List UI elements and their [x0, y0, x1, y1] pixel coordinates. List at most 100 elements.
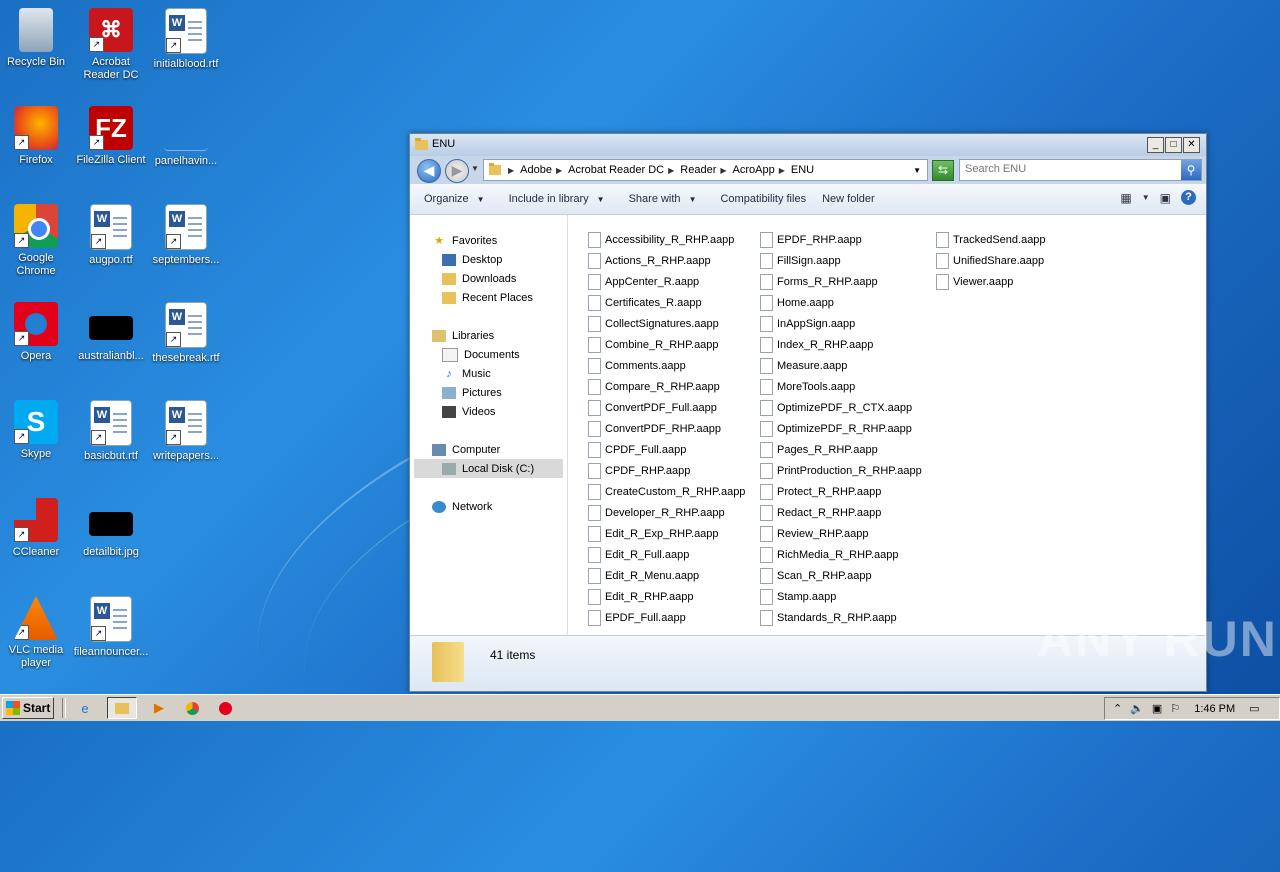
file-item[interactable]: AppCenter_R.aapp [588, 271, 763, 292]
file-item[interactable]: PrintProduction_R_RHP.aapp [760, 460, 935, 481]
desktop-icon-item[interactable]: ↗ Opera [0, 302, 74, 363]
file-item[interactable]: Compare_R_RHP.aapp [588, 376, 763, 397]
file-item[interactable]: ConvertPDF_Full.aapp [588, 397, 763, 418]
maximize-button[interactable]: □ [1165, 137, 1182, 153]
desktop-icon-item[interactable]: panelhavin... [148, 106, 224, 168]
file-item[interactable]: Standards_R_RHP.aapp [760, 607, 935, 628]
desktop-icon-item[interactable]: W ↗ augpo.rtf [73, 204, 149, 267]
nav-recent-places[interactable]: Recent Places [410, 288, 567, 307]
file-item[interactable]: Edit_R_Exp_RHP.aapp [588, 523, 763, 544]
compatibility-files-button[interactable]: Compatibility files [706, 193, 816, 205]
internet-explorer-icon[interactable]: e [74, 698, 96, 718]
recent-pages-dropdown[interactable]: ▼ [471, 164, 479, 173]
file-item[interactable]: OptimizePDF_R_CTX.aapp [760, 397, 935, 418]
opera-icon[interactable] [214, 698, 236, 718]
nav-local-disk[interactable]: Local Disk (C:) [414, 459, 563, 478]
file-item[interactable]: Edit_R_Full.aapp [588, 544, 763, 565]
nav-videos[interactable]: Videos [410, 402, 567, 421]
new-folder-button[interactable]: New folder [816, 193, 885, 205]
nav-downloads[interactable]: Downloads [410, 269, 567, 288]
file-item[interactable]: Home.aapp [760, 292, 935, 313]
file-item[interactable]: CPDF_Full.aapp [588, 439, 763, 460]
windows-explorer-icon[interactable] [107, 697, 137, 719]
desktop-icon-item[interactable]: ⌘ ↗ Acrobat Reader DC [73, 8, 149, 82]
include-in-library-menu[interactable]: Include in library ▼ [495, 193, 615, 205]
nav-music[interactable]: ♪ Music [410, 364, 567, 383]
breadcrumb-item[interactable]: AcroApp [733, 164, 775, 176]
file-item[interactable]: ConvertPDF_RHP.aapp [588, 418, 763, 439]
desktop-icon-item[interactable]: australianbl... [73, 302, 149, 363]
file-item[interactable]: Index_R_RHP.aapp [760, 334, 935, 355]
desktop-icon-item[interactable]: W ↗ initialblood.rtf [148, 8, 224, 71]
desktop-icon-item[interactable]: ↗ Google Chrome [0, 204, 74, 278]
file-item[interactable]: Pages_R_RHP.aapp [760, 439, 935, 460]
preview-pane-icon[interactable]: ▣ [1160, 191, 1171, 205]
help-icon[interactable]: ? [1181, 190, 1196, 205]
file-item[interactable]: Stamp.aapp [760, 586, 935, 607]
clock[interactable]: 1:46 PM [1194, 703, 1235, 715]
breadcrumb[interactable]: ▶ Adobe ▶ Acrobat Reader DC ▶ Reader ▶ Acro… [483, 159, 928, 181]
view-options-icon[interactable]: ▦ [1120, 191, 1131, 205]
file-item[interactable]: Scan_R_RHP.aapp [760, 565, 935, 586]
file-item[interactable]: Edit_R_RHP.aapp [588, 586, 763, 607]
organize-menu[interactable]: Organize ▼ [410, 193, 495, 205]
close-button[interactable]: ✕ [1183, 137, 1200, 153]
file-item[interactable]: Actions_R_RHP.aapp [588, 250, 763, 271]
file-item[interactable]: FillSign.aapp [760, 250, 935, 271]
nav-network[interactable]: Network [410, 497, 567, 516]
file-item[interactable]: Protect_R_RHP.aapp [760, 481, 935, 502]
breadcrumb-item[interactable]: Acrobat Reader DC [568, 164, 664, 176]
file-item[interactable]: CreateCustom_R_RHP.aapp [588, 481, 763, 502]
file-item[interactable]: TrackedSend.aapp [936, 229, 1111, 250]
search-input[interactable] [960, 160, 1175, 178]
network-tray-icon[interactable]: ▣ [1152, 702, 1162, 715]
desktop-icon-item[interactable]: FZ ↗ FileZilla Client [73, 106, 149, 167]
nav-libraries[interactable]: Libraries [410, 326, 567, 345]
desktop-icon-item[interactable]: S ↗ Skype [0, 400, 74, 461]
desktop-icon-item[interactable]: Recycle Bin [0, 8, 74, 69]
breadcrumb-item[interactable]: Reader [680, 164, 716, 176]
show-hidden-icons-icon[interactable]: ⌃ [1113, 702, 1122, 715]
file-item[interactable]: OptimizePDF_R_RHP.aapp [760, 418, 935, 439]
desktop-icon-item[interactable]: ↗ VLC media player [0, 596, 74, 670]
file-item[interactable]: CPDF_RHP.aapp [588, 460, 763, 481]
file-item[interactable]: EPDF_RHP.aapp [760, 229, 935, 250]
desktop-icon-item[interactable]: W ↗ septembers... [148, 204, 224, 267]
nav-desktop[interactable]: Desktop [410, 250, 567, 269]
back-button[interactable]: ◀ [417, 159, 441, 183]
file-item[interactable]: Edit_R_Menu.aapp [588, 565, 763, 586]
breadcrumb-item[interactable]: ENU [791, 164, 814, 176]
nav-documents[interactable]: Documents [410, 345, 567, 364]
nav-pictures[interactable]: Pictures [410, 383, 567, 402]
media-player-icon[interactable]: ▶ [148, 698, 170, 718]
refresh-button[interactable]: ⇆ [932, 160, 954, 181]
title-bar[interactable]: ENU _ □ ✕ [410, 134, 1206, 156]
breadcrumb-item[interactable]: Adobe [520, 164, 552, 176]
file-item[interactable]: EPDF_Full.aapp [588, 607, 763, 628]
file-item[interactable]: Redact_R_RHP.aapp [760, 502, 935, 523]
file-item[interactable]: Certificates_R.aapp [588, 292, 763, 313]
chevron-down-icon[interactable]: ▼ [1142, 193, 1150, 202]
desktop-icon-item[interactable]: W ↗ basicbut.rtf [73, 400, 149, 463]
minimize-button[interactable]: _ [1147, 137, 1164, 153]
file-item[interactable]: Viewer.aapp [936, 271, 1111, 292]
forward-button[interactable]: ▶ [445, 159, 469, 183]
file-item[interactable]: Accessibility_R_RHP.aapp [588, 229, 763, 250]
nav-computer[interactable]: Computer [410, 440, 567, 459]
desktop-icon-item[interactable]: detailbit.jpg [73, 498, 149, 559]
file-item[interactable]: Comments.aapp [588, 355, 763, 376]
show-desktop-icon[interactable]: ▭ [1249, 702, 1259, 715]
file-item[interactable]: MoreTools.aapp [760, 376, 935, 397]
desktop-icon-item[interactable]: W ↗ writepapers... [148, 400, 224, 463]
file-item[interactable]: Forms_R_RHP.aapp [760, 271, 935, 292]
file-item[interactable]: Review_RHP.aapp [760, 523, 935, 544]
search-icon[interactable]: ⚲ [1181, 160, 1201, 180]
volume-icon[interactable]: 🔈 [1130, 702, 1144, 715]
file-item[interactable]: Combine_R_RHP.aapp [588, 334, 763, 355]
action-center-icon[interactable]: ⚐ [1170, 702, 1180, 715]
address-dropdown[interactable]: ▼ [913, 166, 921, 175]
nav-favorites[interactable]: ★ Favorites [410, 231, 567, 250]
chrome-icon[interactable] [181, 698, 203, 718]
file-item[interactable]: InAppSign.aapp [760, 313, 935, 334]
share-with-menu[interactable]: Share with ▼ [615, 193, 707, 205]
